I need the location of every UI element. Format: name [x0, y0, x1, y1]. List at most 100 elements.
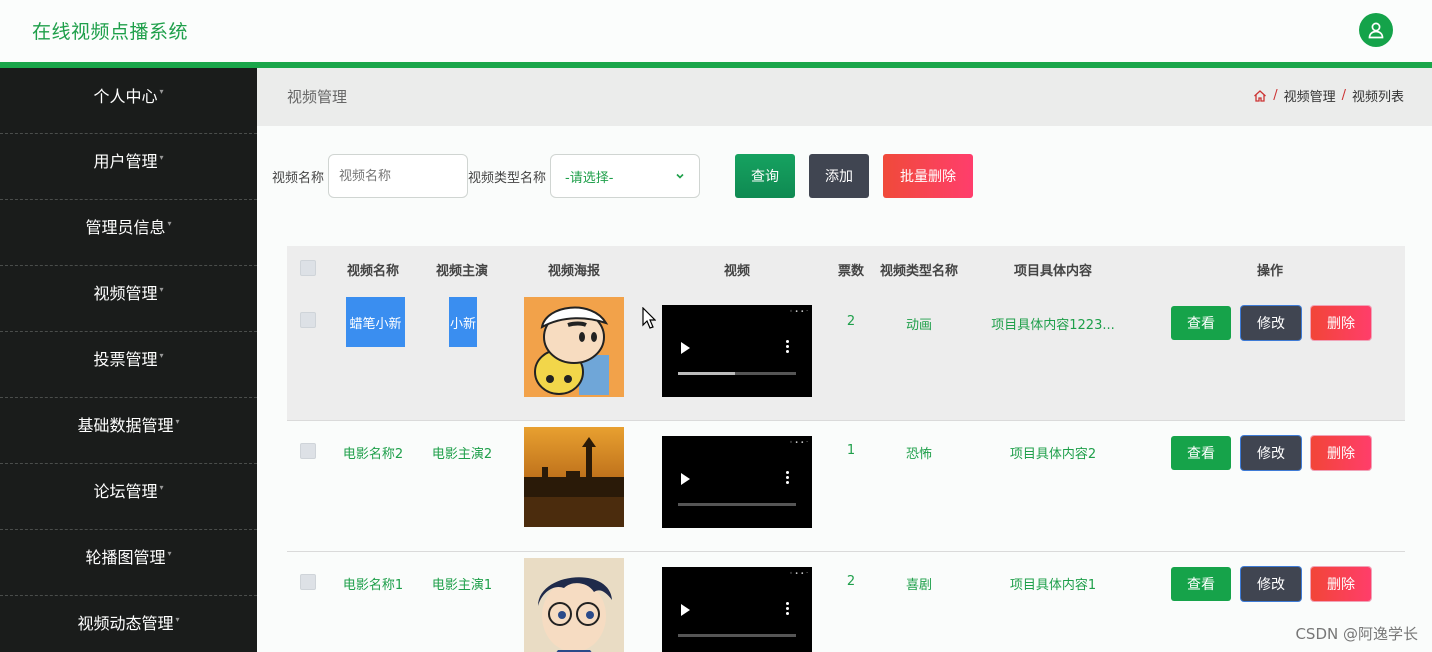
sidebar-item-carousel[interactable]: 轮播图管理 ▾ — [0, 530, 257, 596]
video-watermark: ◦ ∙ ∙ · — [789, 439, 808, 446]
table-header: 视频名称 视频主演 视频海报 视频 票数 视频类型名称 项目具体内容 操作 — [287, 246, 1405, 290]
sidebar-item-label: 视频动态管理 — [77, 613, 174, 633]
title-bar: 视频管理 / 视频管理 / 视频列表 — [257, 68, 1432, 126]
chevron-down-icon: ▾ — [159, 87, 164, 96]
video-name-cell: 电影名称1 — [342, 578, 404, 593]
video-player[interactable]: ◦ ∙ ∙ · — [662, 305, 812, 397]
table-row: 电影名称2 电影主演2 ◦ ∙ ∙ · 1 恐怖 项目具体内容2 查看 修改 删… — [287, 421, 1405, 552]
view-button[interactable]: 查看 — [1171, 306, 1231, 340]
video-watermark: ◦ ∙ ∙ · — [789, 308, 808, 315]
video-actor-cell: 电影主演2 — [431, 447, 493, 462]
edit-button[interactable]: 修改 — [1241, 436, 1301, 470]
user-icon — [1368, 22, 1384, 39]
row-checkbox[interactable] — [300, 574, 316, 590]
mouse-cursor-icon — [642, 307, 656, 329]
sidebar-item-label: 管理员信息 — [85, 217, 166, 237]
video-player[interactable]: ◦ ∙ ∙ · — [662, 567, 812, 652]
video-progress-bar[interactable] — [678, 634, 796, 637]
video-poster-image — [524, 297, 624, 397]
top-header: 在线视频点播系统 — [0, 0, 1432, 62]
sidebar-item-base-data[interactable]: 基础数据管理 ▾ — [0, 398, 257, 464]
play-icon[interactable] — [681, 604, 690, 616]
sidebar-item-label: 视频管理 — [93, 283, 158, 303]
add-button[interactable]: 添加 — [809, 154, 870, 198]
breadcrumb-item: 视频列表 — [1351, 90, 1404, 105]
delete-button[interactable]: 删除 — [1311, 306, 1371, 340]
sidebar-item-label: 投票管理 — [93, 349, 158, 369]
sidebar-item-label: 轮播图管理 — [85, 547, 166, 567]
query-button[interactable]: 查询 — [735, 154, 796, 198]
delete-button[interactable]: 删除 — [1311, 436, 1371, 470]
breadcrumb-separator: / — [1273, 88, 1278, 103]
table-row: 蜡笔小新 小新 ◦ ∙ ∙ · 2 动画 项目具体内容1223... 查看 修改… — [287, 290, 1405, 421]
votes-cell: 2 — [846, 314, 856, 329]
chevron-down-icon: ▾ — [159, 285, 164, 294]
video-name-cell: 蜡笔小新 — [346, 297, 405, 347]
sidebar-item-label: 用户管理 — [93, 151, 158, 171]
bulk-delete-button[interactable]: 批量删除 — [883, 154, 974, 198]
content-cell: 项目具体内容1223... — [991, 318, 1115, 333]
video-progress-bar[interactable] — [678, 372, 796, 375]
video-actor-cell: 小新 — [449, 297, 477, 347]
col-votes: 票数 — [837, 264, 865, 279]
more-options-icon[interactable] — [786, 602, 789, 617]
video-type-cell: 喜剧 — [905, 578, 933, 593]
video-type-label: 视频类型名称 — [468, 170, 547, 186]
page-title: 视频管理 — [287, 88, 348, 106]
col-video-type: 视频类型名称 — [879, 264, 959, 279]
sidebar-item-users[interactable]: 用户管理 ▾ — [0, 134, 257, 200]
more-options-icon[interactable] — [786, 471, 789, 486]
view-button[interactable]: 查看 — [1171, 436, 1231, 470]
col-video-name: 视频名称 — [346, 264, 400, 279]
chevron-down-icon: ▾ — [167, 219, 172, 228]
col-content: 项目具体内容 — [1013, 264, 1093, 279]
sidebar-item-label: 个人中心 — [93, 86, 158, 106]
chevron-down-icon: ▾ — [175, 615, 180, 624]
chevron-down-icon: ▾ — [167, 549, 172, 558]
more-options-icon[interactable] — [786, 340, 789, 355]
video-name-input[interactable] — [328, 154, 469, 198]
video-type-selected: -请选择- — [565, 170, 614, 186]
table-row: 电影名称1 电影主演1 ◦ ∙ ∙ · 2 喜剧 项目具体内容1 查看 修改 删… — [287, 552, 1405, 652]
sidebar-item-forum[interactable]: 论坛管理 ▾ — [0, 464, 257, 530]
edit-button[interactable]: 修改 — [1241, 306, 1301, 340]
main-content: 视频管理 / 视频管理 / 视频列表 视频名称 视频类型名称 -请选择- 查询 … — [257, 68, 1432, 652]
video-actor-cell: 电影主演1 — [431, 578, 493, 593]
video-table: 视频名称 视频主演 视频海报 视频 票数 视频类型名称 项目具体内容 操作 蜡笔… — [287, 246, 1405, 652]
play-icon[interactable] — [681, 473, 690, 485]
play-icon[interactable] — [681, 342, 690, 354]
row-checkbox[interactable] — [300, 312, 316, 328]
video-player[interactable]: ◦ ∙ ∙ · — [662, 436, 812, 528]
content-cell: 项目具体内容2 — [1009, 447, 1097, 462]
sidebar-item-videos[interactable]: 视频管理 ▾ — [0, 266, 257, 332]
video-poster-image — [524, 427, 624, 527]
sidebar-item-votes[interactable]: 投票管理 ▾ — [0, 332, 257, 398]
chevron-down-icon: ▾ — [159, 153, 164, 162]
sidebar-item-label: 基础数据管理 — [77, 415, 174, 435]
video-progress-fill — [678, 372, 735, 375]
video-progress-bar[interactable] — [678, 503, 796, 506]
chevron-down-icon — [676, 173, 684, 179]
chevron-down-icon: ▾ — [159, 351, 164, 360]
delete-button[interactable]: 删除 — [1311, 567, 1371, 601]
select-all-checkbox[interactable] — [300, 260, 316, 276]
sidebar: 个人中心 ▾ 用户管理 ▾ 管理员信息 ▾ 视频管理 ▾ 投票管理 ▾ 基础数据管理 ▾ 论… — [0, 68, 257, 652]
video-watermark: ◦ ∙ ∙ · — [789, 570, 808, 577]
row-checkbox[interactable] — [300, 443, 316, 459]
breadcrumb-item[interactable]: 视频管理 — [1284, 86, 1336, 105]
votes-cell: 2 — [846, 574, 856, 589]
home-icon[interactable] — [1253, 89, 1267, 103]
sidebar-item-personal-center[interactable]: 个人中心 ▾ — [0, 68, 257, 134]
col-actions: 操作 — [1256, 264, 1284, 279]
chevron-down-icon: ▾ — [159, 483, 164, 492]
video-name-cell: 电影名称2 — [342, 447, 404, 462]
edit-button[interactable]: 修改 — [1241, 567, 1301, 601]
votes-cell: 1 — [846, 443, 856, 458]
video-type-select[interactable]: -请选择- — [550, 154, 701, 198]
sidebar-item-video-news[interactable]: 视频动态管理 ▾ — [0, 596, 257, 652]
avatar[interactable] — [1359, 13, 1393, 47]
video-type-cell: 动画 — [905, 318, 933, 333]
view-button[interactable]: 查看 — [1171, 567, 1231, 601]
video-name-label: 视频名称 — [272, 170, 325, 186]
sidebar-item-admins[interactable]: 管理员信息 ▾ — [0, 200, 257, 266]
